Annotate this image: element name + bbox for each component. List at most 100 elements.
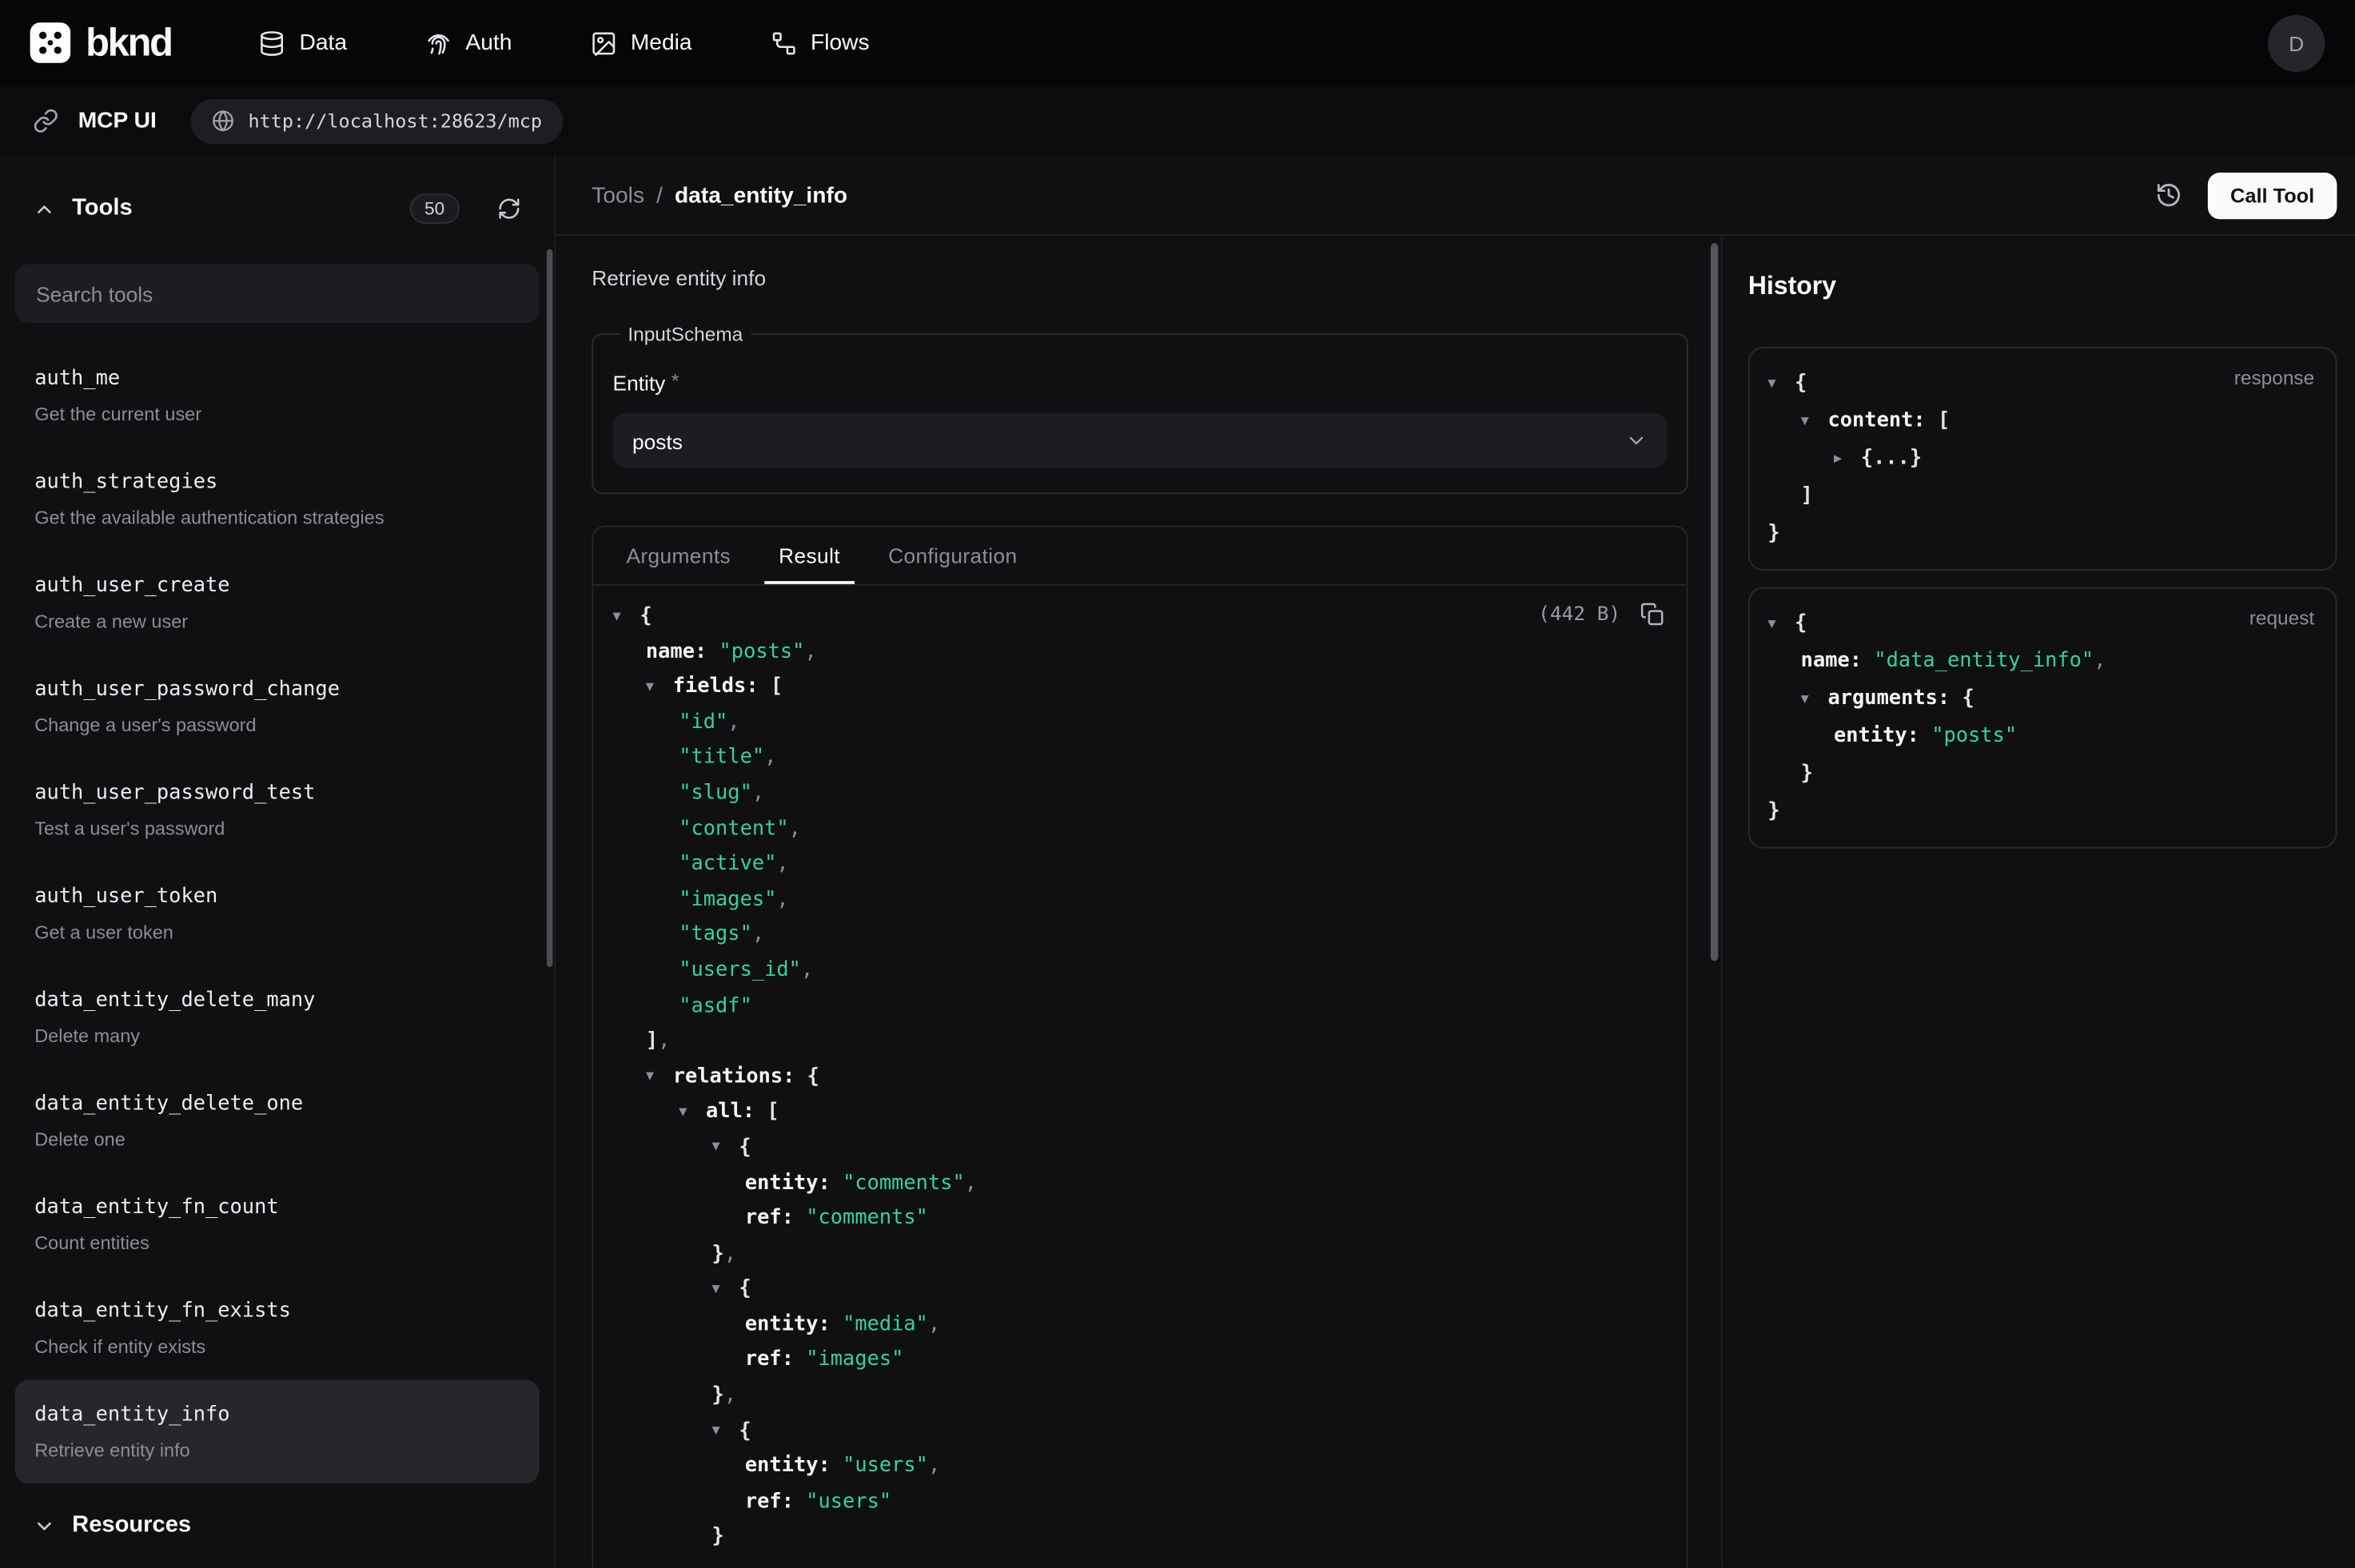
caret-down-icon[interactable]: ▼ xyxy=(646,1061,673,1096)
json-line: "users_id", xyxy=(613,953,1668,989)
nav-item-flows[interactable]: Flows xyxy=(770,30,869,57)
tool-name: auth_user_password_change xyxy=(34,675,520,705)
tool-list-item[interactable]: data_entity_fn_existsCheck if entity exi… xyxy=(15,1276,540,1380)
json-line: "images", xyxy=(613,882,1668,917)
json-token: [ xyxy=(771,675,783,698)
json-line: "title", xyxy=(613,741,1668,776)
json-token: } xyxy=(712,1383,724,1407)
caret-down-icon[interactable]: ▼ xyxy=(1801,403,1828,440)
caret-down-icon[interactable]: ▼ xyxy=(1767,606,1795,643)
json-line: "content", xyxy=(613,812,1668,847)
tool-list-item[interactable]: auth_meGet the current user xyxy=(15,344,540,448)
json-token: name: xyxy=(646,639,719,663)
nav-item-auth[interactable]: Auth xyxy=(425,30,512,57)
caret-down-icon[interactable]: ▼ xyxy=(646,671,673,706)
tool-list-item[interactable]: auth_user_password_testTest a user's pas… xyxy=(15,758,540,862)
resources-section-header[interactable]: Resources xyxy=(0,1483,554,1567)
json-token: } xyxy=(712,1241,724,1265)
json-line: } xyxy=(1767,793,2317,830)
tool-name: data_entity_fn_exists xyxy=(34,1295,520,1326)
history-entry-json: ▼{name: "data_entity_info",▼arguments: {… xyxy=(1767,605,2317,830)
json-token: , xyxy=(789,816,801,840)
result-json-wrap: (442 B) ▼{name: "posts",▼fields: ["id","… xyxy=(593,586,1687,1568)
caret-down-icon[interactable]: ▼ xyxy=(1801,681,1828,718)
mcp-url-pill[interactable]: http://localhost:28623/mcp xyxy=(191,98,563,143)
tool-desc: Count entities xyxy=(34,1230,520,1257)
tool-list-item[interactable]: auth_user_password_changeChange a user's… xyxy=(15,655,540,758)
json-token: , xyxy=(727,710,739,734)
globe-icon xyxy=(212,109,234,132)
json-line: ] xyxy=(1767,477,2317,515)
entity-field-label: Entity* xyxy=(613,369,1668,395)
caret-down-icon[interactable]: ▼ xyxy=(1767,365,1795,403)
avatar-letter: D xyxy=(2289,31,2304,55)
tab-configuration[interactable]: Configuration xyxy=(873,527,1032,583)
caret-down-icon[interactable]: ▼ xyxy=(712,1273,739,1308)
json-line: ▼arguments: { xyxy=(1767,680,2317,718)
json-token: { xyxy=(1795,371,1807,395)
tool-name: auth_user_token xyxy=(34,882,520,912)
main-scrollbar[interactable] xyxy=(1711,243,1718,961)
tool-list-item[interactable]: data_entity_delete_manyDelete many xyxy=(15,965,540,1069)
user-avatar[interactable]: D xyxy=(2268,14,2325,71)
json-token: relations: xyxy=(673,1065,807,1088)
nav-item-data[interactable]: Data xyxy=(259,30,347,57)
tool-list-item[interactable]: auth_strategiesGet the available authent… xyxy=(15,448,540,551)
input-schema-legend: InputSchema xyxy=(620,323,751,345)
breadcrumb-current: data_entity_info xyxy=(675,182,847,208)
history-entry[interactable]: response▼{▼content: [▶{...}]} xyxy=(1748,347,2337,571)
json-token: , xyxy=(776,852,788,876)
logo[interactable]: bknd xyxy=(30,19,172,66)
json-token: , xyxy=(764,746,776,770)
caret-down-icon[interactable]: ▼ xyxy=(679,1096,706,1131)
json-token: { xyxy=(1795,611,1807,635)
json-token: fields: xyxy=(673,675,771,698)
tool-list-item[interactable]: data_entity_fn_countCount entities xyxy=(15,1172,540,1276)
call-tool-button[interactable]: Call Tool xyxy=(2208,172,2337,218)
input-schema-fieldset: InputSchema Entity* posts xyxy=(592,323,1688,494)
tool-name: data_entity_delete_one xyxy=(34,1088,520,1119)
json-line: ▼{ xyxy=(613,1131,1668,1166)
json-token: "images" xyxy=(806,1347,903,1371)
tool-description: Retrieve entity info xyxy=(592,266,1688,290)
json-token: "images" xyxy=(679,887,776,911)
json-token: } xyxy=(1801,762,1813,786)
json-line: "active", xyxy=(613,847,1668,882)
sidebar-scrollbar[interactable] xyxy=(547,249,553,967)
right-column: Tools / data_entity_info Call Tool Retri… xyxy=(556,156,2355,1567)
tool-list-item[interactable]: auth_user_createCreate a new user xyxy=(15,551,540,655)
tab-arguments[interactable]: Arguments xyxy=(612,527,746,583)
tool-desc: Retrieve entity info xyxy=(34,1437,520,1464)
json-token: all: xyxy=(706,1100,767,1124)
chevron-down-icon xyxy=(33,1514,55,1537)
json-token: {...} xyxy=(1861,446,1922,470)
caret-down-icon[interactable]: ▼ xyxy=(712,1131,739,1166)
page-title: MCP UI xyxy=(78,108,157,133)
nav-item-label: Media xyxy=(631,30,692,56)
json-token: "active" xyxy=(679,852,776,876)
caret-down-icon[interactable]: ▼ xyxy=(613,600,640,635)
json-token: ref: xyxy=(745,1489,806,1513)
copy-button[interactable] xyxy=(1640,602,1664,626)
caret-down-icon[interactable]: ▼ xyxy=(712,1415,739,1450)
breadcrumb-tools[interactable]: Tools xyxy=(592,182,644,208)
caret-right-icon[interactable]: ▶ xyxy=(1834,440,1861,478)
json-token: entity: xyxy=(745,1312,843,1336)
entity-select[interactable]: posts xyxy=(613,413,1668,469)
tools-section-header[interactable]: Tools 50 xyxy=(0,156,554,228)
json-line: "asdf" xyxy=(613,989,1668,1024)
tool-list-item[interactable]: data_entity_delete_oneDelete one xyxy=(15,1069,540,1173)
history-button[interactable] xyxy=(2155,181,2182,209)
json-token: "media" xyxy=(843,1312,928,1336)
refresh-button[interactable] xyxy=(497,197,521,221)
tool-list-item[interactable]: auth_user_tokenGet a user token xyxy=(15,862,540,965)
json-token: "asdf" xyxy=(679,993,752,1017)
json-line: }, xyxy=(613,1379,1668,1414)
tab-result[interactable]: Result xyxy=(763,527,855,583)
fingerprint-icon xyxy=(425,30,452,57)
search-input[interactable] xyxy=(15,265,540,323)
json-token: "comments" xyxy=(806,1206,928,1230)
tool-list-item[interactable]: data_entity_infoRetrieve entity info xyxy=(15,1380,540,1484)
nav-item-media[interactable]: Media xyxy=(590,30,691,57)
history-entry[interactable]: request▼{name: "data_entity_info",▼argum… xyxy=(1748,587,2337,849)
